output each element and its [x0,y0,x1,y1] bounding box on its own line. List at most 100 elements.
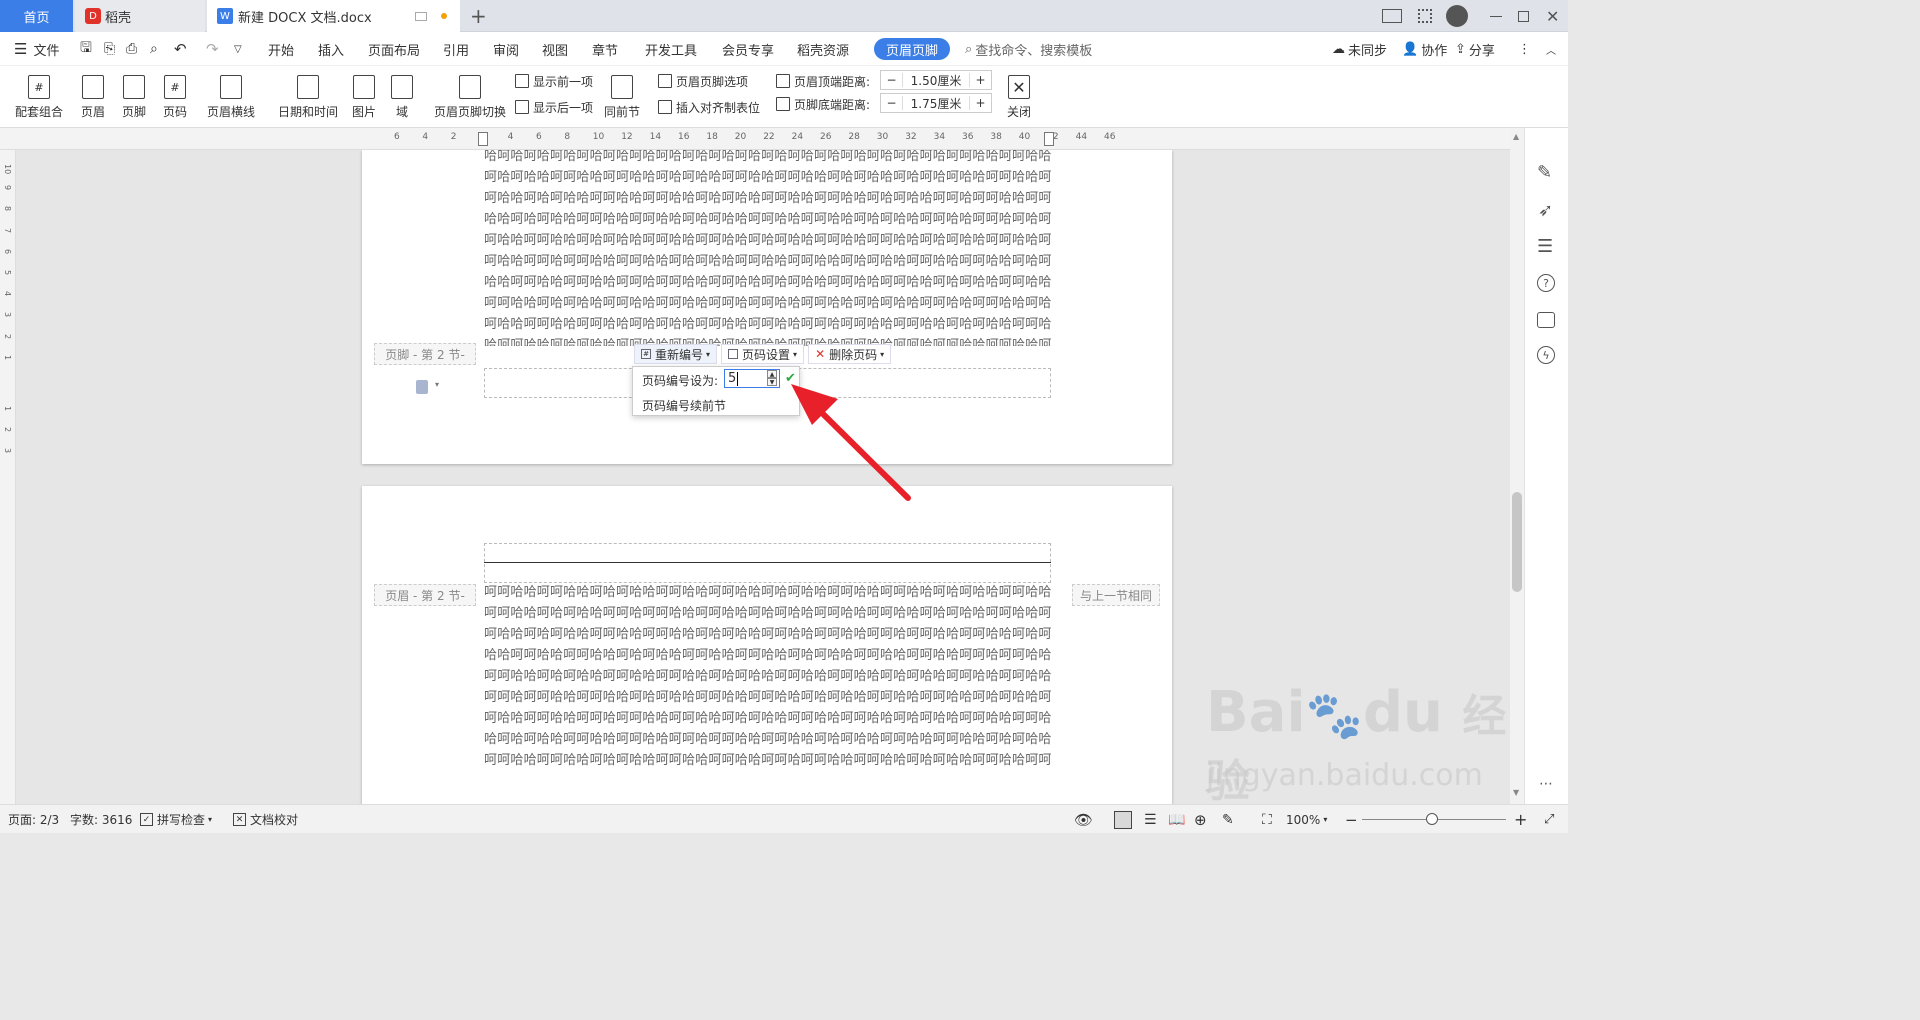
scroll-down-icon[interactable]: ▼ [1513,788,1519,797]
menu-member[interactable]: 会员专享 [722,32,774,66]
menu-section[interactable]: 章节 [592,32,618,66]
sidebar-more-icon[interactable]: ⋯ [1539,776,1553,792]
collab-button[interactable]: 👤 协作 [1402,32,1447,66]
header-top-stepper[interactable]: − 1.50厘米 + [880,70,992,90]
write-view-icon[interactable]: ✎ [1222,805,1234,834]
file-menu[interactable]: ☰ 文件 [14,32,59,66]
restore-icon[interactable] [1518,0,1532,32]
header-top-increment[interactable]: + [969,73,991,87]
tab-home[interactable]: 首页 [0,0,73,32]
scroll-thumb[interactable] [1512,492,1522,592]
share-button[interactable]: ⇪ 分享 [1455,32,1495,66]
vertical-ruler-tick-label: 2 [3,333,12,339]
menu-developer[interactable]: 开发工具 [645,32,697,66]
header-top-value[interactable]: 1.50厘米 [903,72,969,89]
settings-sliders-icon[interactable]: ☰ [1537,236,1553,257]
spell-check-button[interactable]: ✓ 拼写检查 ▾ [140,805,212,834]
close-window-icon[interactable]: ✕ [1546,0,1560,32]
search-box[interactable]: ⌕ 查找命令、搜索模板 [965,32,1092,66]
footer-button[interactable]: 页脚 [117,66,151,124]
hf-options-button[interactable]: 页眉页脚选项 [658,70,748,92]
menu-review[interactable]: 审阅 [493,32,519,66]
footer-bottom-increment[interactable]: + [969,96,991,110]
save-icon[interactable]: 🖫 [80,32,92,66]
eye-protect-icon[interactable]: 👁 [1074,805,1093,834]
footer-bottom-decrement[interactable]: − [881,96,903,110]
sync-button[interactable]: ☁ 未同步 [1332,32,1387,66]
ruler-left-marker-icon[interactable] [478,132,488,146]
header-button[interactable]: 页眉 [76,66,110,124]
vertical-ruler-tick-label: 8 [3,206,12,212]
header-top-decrement[interactable]: − [881,73,903,87]
menu-page-layout[interactable]: 页面布局 [368,32,420,66]
lightning-icon[interactable]: ϟ [1537,346,1555,364]
web-view-icon[interactable]: ⊕ [1194,805,1207,834]
fullscreen-icon[interactable]: ⤢ [1544,805,1554,834]
collapse-ribbon-icon[interactable]: ︿ [1546,32,1556,66]
grid-apps-icon[interactable] [1418,0,1434,32]
proofread-button[interactable]: ✕ 文档校对 [233,805,298,834]
pointer-icon[interactable]: ➶ [1538,200,1553,221]
search-placeholder: 查找命令、搜索模板 [975,43,1093,59]
ruler-right-marker-icon[interactable] [1044,132,1054,146]
print-icon[interactable]: ⎙ [126,32,137,66]
show-next-button[interactable]: 显示后一项 [515,96,593,118]
zoom-thumb[interactable] [1426,813,1438,825]
pen-icon[interactable]: ✎ [1537,162,1552,183]
field-button[interactable]: 域 [390,66,414,124]
more-icon[interactable]: ⋮ [1518,32,1531,66]
zoom-out-button[interactable]: − [1345,805,1358,834]
footer-bottom-stepper[interactable]: − 1.75厘米 + [880,93,992,113]
watermark-brand-text-2: du [1362,680,1443,745]
reading-view-icon[interactable]: 📖 [1168,805,1185,834]
menu-start[interactable]: 开始 [268,32,294,66]
menu-insert[interactable]: 插入 [318,32,344,66]
minimize-icon[interactable] [1490,0,1504,32]
print-preview-icon[interactable]: ⌕ [150,32,158,66]
avatar[interactable] [1446,0,1470,32]
close-hf-button[interactable]: ✕ 关闭 [1004,66,1034,124]
fit-page-icon[interactable]: ⛶ [1262,805,1272,834]
insert-align-tab-button[interactable]: 插入对齐制表位 [658,96,760,118]
zoom-in-button[interactable]: + [1514,805,1527,834]
horizontal-ruler[interactable]: 6422468101214161820222426283032343638404… [0,128,1510,150]
show-prev-button[interactable]: 显示前一项 [515,70,593,92]
layout-icon[interactable] [1382,0,1404,32]
footer-bottom-value[interactable]: 1.75厘米 [903,95,969,112]
menu-view[interactable]: 视图 [542,32,568,66]
zoom-slider[interactable] [1362,805,1506,834]
scroll-up-icon[interactable]: ▲ [1513,132,1519,141]
datetime-button[interactable]: 日期和时间 [276,66,340,124]
menu-reference[interactable]: 引用 [443,32,469,66]
same-as-prev-button[interactable]: 同前节 [602,66,642,124]
undo-icon[interactable]: ↶ [174,32,187,66]
new-tab-button[interactable]: + [470,0,490,32]
switch-button[interactable]: 页眉页脚切换 [431,66,509,124]
ruler-tick-label: 14 [649,132,662,142]
status-bar: 页面: 2/3 字数: 3616 ✓ 拼写检查 ▾ ✕ 文档校对 👁 ☰ 📖 ⊕… [0,804,1568,833]
backup-icon[interactable] [1537,312,1555,328]
screen-icon[interactable] [415,11,427,21]
page-view-icon[interactable] [1114,805,1132,834]
header-line-button[interactable]: 页眉横线 [202,66,260,124]
help-icon[interactable]: ? [1537,274,1555,292]
page-indicator[interactable]: 页面: 2/3 [8,805,59,834]
tab-daoke[interactable]: D 稻壳 [75,0,205,32]
menu-daoke-resources[interactable]: 稻壳资源 [797,32,849,66]
tab-document[interactable]: W 新建 DOCX 文档.docx [207,0,460,32]
page-number-button[interactable]: # 页码 [158,66,192,124]
quick-access-dropdown-icon[interactable]: ▽ [234,32,242,66]
spell-check-label: 拼写检查 [157,813,206,827]
menu-header-footer[interactable]: 页眉页脚 [874,38,951,60]
export-pdf-icon[interactable]: ⎘ [104,32,115,66]
picture-button[interactable]: 图片 [347,66,381,124]
zoom-level[interactable]: 100% ▾ [1286,805,1327,834]
combo-button[interactable]: # 配套组合 [10,66,68,124]
outline-view-icon[interactable]: ☰ [1144,805,1157,834]
word-count[interactable]: 字数: 3616 [70,805,132,834]
vertical-ruler[interactable]: 10 9 8 7 6 5 4 3 2 1 1 2 3 [0,150,16,804]
vertical-scrollbar[interactable]: ▲ ▼ [1510,128,1524,804]
document-canvas[interactable]: 哈呵哈呵哈呵哈呵哈呵哈呵哈呵哈呵哈呵哈呵哈呵哈呵哈呵哈呵哈呵哈呵哈呵哈呵呵哈哈呵… [16,150,1510,804]
redo-icon[interactable]: ↷ [206,32,219,66]
ruler-tick-label: 16 [678,132,690,142]
